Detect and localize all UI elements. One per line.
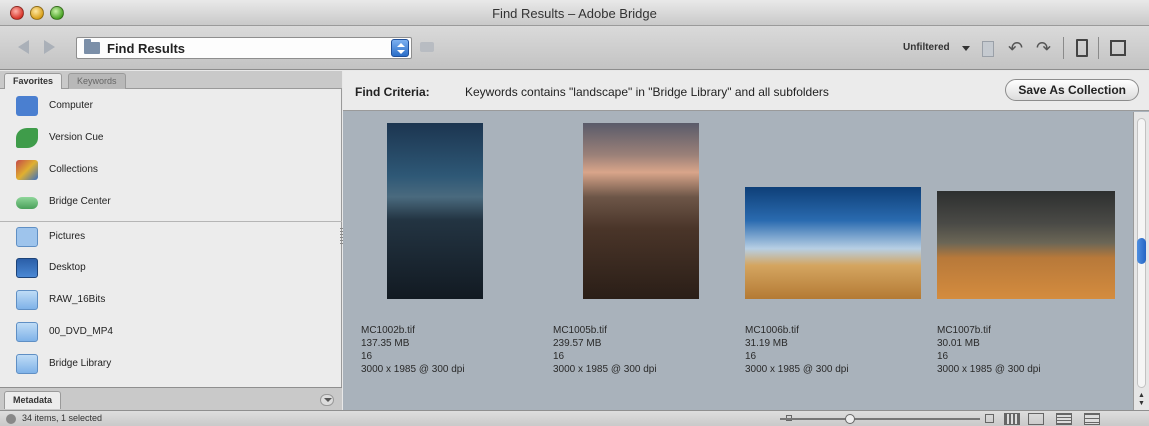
desktop-icon: [16, 258, 38, 278]
path-label: Find Results: [107, 41, 186, 56]
thumbnail-size: 31.19 MB: [745, 338, 788, 349]
status-icon: [6, 414, 16, 424]
scrollbar-arrows-icon[interactable]: ▲ ▼: [1138, 392, 1145, 408]
forward-arrow-icon[interactable]: [44, 40, 55, 54]
title-bar: Find Results – Adobe Bridge: [0, 0, 1149, 26]
pictures-folder-icon: [16, 227, 38, 247]
tab-favorites[interactable]: Favorites: [4, 73, 63, 89]
sidebar-item-label: 00_DVD_MP4: [49, 326, 113, 337]
content-panel: Find Criteria: Keywords contains "landsc…: [343, 71, 1149, 410]
thumbnail-bit-depth: 16: [361, 351, 373, 362]
content-scrollbar[interactable]: ▲ ▼: [1133, 112, 1149, 410]
sidebar-item-label: Bridge Center: [49, 196, 111, 207]
compact-mode-icon[interactable]: [1110, 40, 1126, 56]
sidebar-item-label: Pictures: [49, 231, 86, 242]
thumbnail-meta: MC1005b.tif 239.57 MB 16 3000 x 1985 @ 3…: [553, 324, 657, 376]
sidebar-item-label: Collections: [49, 164, 98, 175]
toolbar-divider: [1063, 37, 1064, 59]
thumbnail-meta: MC1002b.tif 137.35 MB 16 3000 x 1985 @ 3…: [361, 324, 465, 376]
thumbnail-image[interactable]: [937, 191, 1115, 299]
filter-dropdown-icon[interactable]: [962, 46, 970, 51]
sidebar-item-desktop[interactable]: Desktop: [0, 253, 342, 284]
folder-icon: [16, 354, 38, 374]
sidebar-item-version-cue[interactable]: Version Cue: [0, 123, 342, 154]
thumbnail-bit-depth: 16: [937, 351, 949, 362]
new-folder-icon[interactable]: [420, 42, 434, 52]
view-as-filmstrip-icon[interactable]: [1028, 413, 1044, 425]
tab-metadata[interactable]: Metadata: [4, 391, 62, 409]
thumbnail-dimensions: 3000 x 1985 @ 300 dpi: [361, 364, 465, 375]
window-title: Find Results – Adobe Bridge: [492, 6, 657, 21]
scrollbar-thumb[interactable]: [1137, 238, 1146, 264]
thumbnail-dimensions: 3000 x 1985 @ 300 dpi: [553, 364, 657, 375]
thumbnail-image[interactable]: [583, 123, 699, 299]
version-cue-icon: [16, 128, 38, 148]
toolbar: Find Results Unfiltered ↶ ↷: [0, 26, 1149, 70]
folder-icon: [16, 322, 38, 342]
thumbnail-image[interactable]: [387, 123, 483, 299]
sidebar-item-label: Version Cue: [49, 132, 104, 143]
thumbnail-size: 30.01 MB: [937, 338, 980, 349]
sidebar-item-label: Bridge Library: [49, 358, 112, 369]
path-dropdown[interactable]: Find Results: [76, 37, 412, 59]
thumbnail-filename: MC1005b.tif: [553, 325, 607, 336]
thumbnail-meta: MC1007b.tif 30.01 MB 16 3000 x 1985 @ 30…: [937, 324, 1041, 376]
computer-icon: [16, 96, 38, 116]
sidebar-item-dvd-mp4[interactable]: 00_DVD_MP4: [0, 317, 342, 348]
collections-icon: [16, 160, 38, 180]
view-as-thumbnails-icon[interactable]: [1004, 413, 1020, 425]
rotate-left-icon[interactable]: ↶: [1008, 38, 1023, 58]
filter-label[interactable]: Unfiltered: [903, 42, 950, 53]
sidebar-item-label: Computer: [49, 100, 93, 111]
thumbnail-filename: MC1007b.tif: [937, 325, 991, 336]
thumbnail-dimensions: 3000 x 1985 @ 300 dpi: [745, 364, 849, 375]
back-arrow-icon[interactable]: [18, 40, 29, 54]
favorite-icon[interactable]: [982, 41, 994, 57]
sidebar-item-label: RAW_16Bits: [49, 294, 106, 305]
trash-icon[interactable]: [1076, 39, 1088, 57]
thumbnail-meta: MC1006b.tif 31.19 MB 16 3000 x 1985 @ 30…: [745, 324, 849, 376]
find-criteria-bar: Find Criteria: Keywords contains "landsc…: [343, 71, 1149, 111]
sidebar-item-raw-16bits[interactable]: RAW_16Bits: [0, 285, 342, 316]
folder-icon: [84, 39, 100, 54]
toolbar-divider: [1098, 37, 1099, 59]
find-criteria-label: Find Criteria:: [355, 85, 430, 99]
status-bar: 34 items, 1 selected: [0, 410, 1149, 426]
thumbnail-size: 137.35 MB: [361, 338, 410, 349]
thumbnail-size: 239.57 MB: [553, 338, 602, 349]
folder-icon: [16, 290, 38, 310]
thumbnail-filename: MC1002b.tif: [361, 325, 415, 336]
rotate-right-icon[interactable]: ↷: [1036, 38, 1051, 58]
sidebar-item-collections[interactable]: Collections: [0, 155, 342, 186]
thumbnail-filename: MC1006b.tif: [745, 325, 799, 336]
thumbnail-dimensions: 3000 x 1985 @ 300 dpi: [937, 364, 1041, 375]
thumbnail-size-slider[interactable]: [780, 418, 980, 420]
find-criteria-text: Keywords contains "landscape" in "Bridge…: [465, 85, 829, 99]
view-as-list-icon[interactable]: [1084, 413, 1100, 425]
sidebar-item-label: Desktop: [49, 262, 86, 273]
thumbnail-bit-depth: 16: [553, 351, 565, 362]
thumbnail-image[interactable]: [745, 187, 921, 299]
panel-menu-icon[interactable]: [320, 394, 334, 406]
sidebar-item-bridge-center[interactable]: Bridge Center: [0, 187, 342, 218]
bridge-center-icon: [16, 197, 38, 209]
sidebar-item-computer[interactable]: Computer: [0, 91, 342, 122]
sidebar-item-pictures[interactable]: Pictures: [0, 221, 342, 252]
sidebar-item-bridge-library[interactable]: Bridge Library: [0, 349, 342, 380]
thumbnail-bit-depth: 16: [745, 351, 757, 362]
view-as-details-icon[interactable]: [1056, 413, 1072, 425]
panel-tabs: Favorites Keywords: [0, 71, 342, 89]
path-dropdown-stepper-icon[interactable]: [391, 39, 409, 57]
tab-keywords[interactable]: Keywords: [68, 73, 126, 89]
thumbnail-size-slider-knob[interactable]: [845, 414, 855, 424]
status-text: 34 items, 1 selected: [22, 413, 103, 423]
metadata-panel-bar: Metadata: [0, 387, 342, 410]
thumbnail-size-large-icon[interactable]: [985, 414, 994, 423]
save-as-collection-button[interactable]: Save As Collection: [1005, 79, 1139, 101]
favorites-panel: Favorites Keywords Computer Version Cue …: [0, 71, 342, 410]
